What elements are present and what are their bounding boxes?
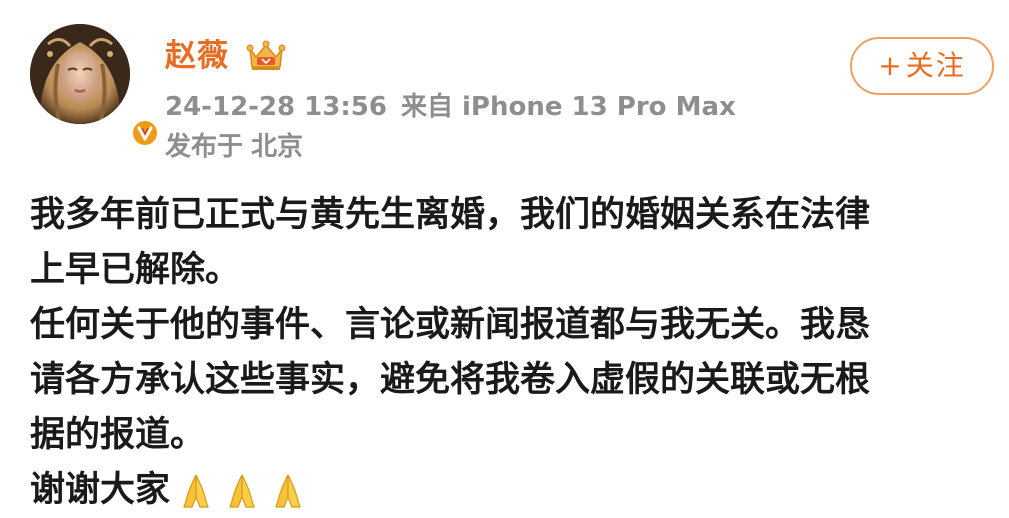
pray-icon (222, 471, 262, 511)
content-line: 谢谢大家 (30, 470, 171, 510)
weibo-post: 赵薇 24-12-28 13:56 来自 iPhone 13 Pro Max 发布… (0, 0, 1009, 510)
content-line: 上早已解除。 (30, 250, 241, 290)
post-location: 发布于 北京 (165, 130, 303, 164)
author-name[interactable]: 赵薇 (165, 36, 229, 76)
avatar-container[interactable] (30, 24, 160, 148)
content-line: 请各方承认这些事实，避免将我卷入虚假的关联或无根 (30, 360, 871, 400)
post-content: 我多年前已正式与黄先生离婚，我们的婚姻关系在法律 上早已解除。 任何关于他的事件… (30, 188, 990, 518)
content-line-last: 谢谢大家 (30, 463, 990, 518)
avatar[interactable] (30, 24, 130, 124)
follow-button[interactable]: +关注 (850, 37, 994, 95)
pray-icon (268, 471, 308, 511)
plus-icon: + (878, 49, 904, 82)
location-prefix: 发布于 (165, 132, 244, 162)
content-line: 我多年前已正式与黄先生离婚，我们的婚姻关系在法律 (30, 195, 871, 235)
content-line: 据的报道。 (30, 415, 206, 455)
content-line: 任何关于他的事件、言论或新闻报道都与我无关。我恳 (30, 305, 871, 345)
crown-icon[interactable] (244, 37, 288, 73)
location-name: 北京 (251, 132, 304, 162)
post-timestamp: 24-12-28 13:56 (165, 92, 387, 122)
post-meta: 24-12-28 13:56 来自 iPhone 13 Pro Max (165, 90, 736, 124)
verified-v-icon (130, 118, 160, 148)
pray-icon (176, 471, 216, 511)
post-source[interactable]: 来自 iPhone 13 Pro Max (401, 92, 736, 122)
avatar-image (30, 24, 130, 124)
follow-label: 关注 (905, 49, 966, 82)
